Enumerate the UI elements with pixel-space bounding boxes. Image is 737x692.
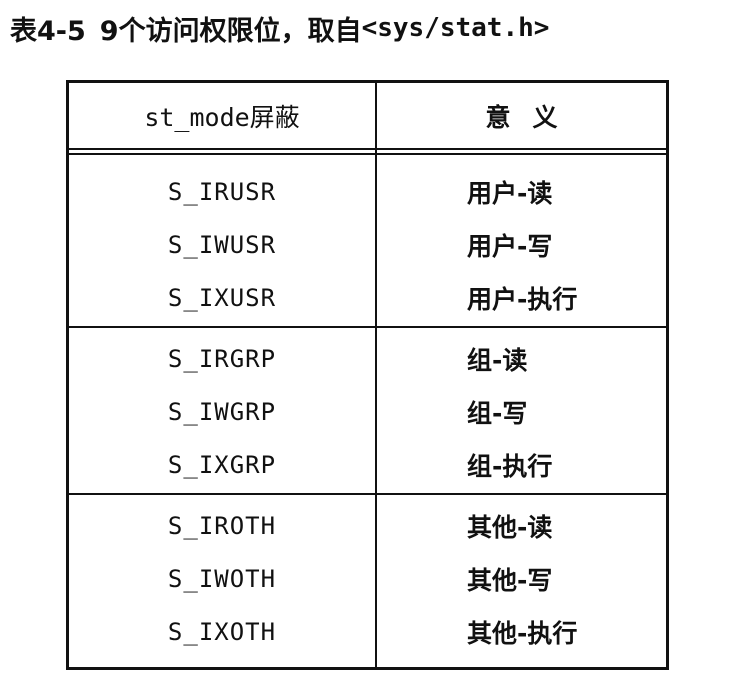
- meaning-cell: 用户-写: [467, 232, 553, 261]
- table-row: S_IRGRP 组-读: [69, 333, 666, 385]
- table-row: S_IXUSR 用户-执行: [69, 272, 666, 324]
- header-rule-top: [69, 148, 666, 150]
- table-row: S_IXGRP 组-执行: [69, 439, 666, 491]
- meaning-cell: 组-写: [467, 399, 528, 428]
- header-rule-bottom: [69, 153, 666, 155]
- mask-cell: S_IXGRP: [167, 451, 277, 479]
- meaning-cell: 组-执行: [467, 452, 553, 481]
- meaning-cell: 用户-读: [467, 179, 553, 208]
- table-row: S_IWOTH 其他-写: [69, 553, 666, 605]
- meaning-cell: 用户-执行: [467, 285, 578, 314]
- mask-cell: S_IXUSR: [167, 284, 277, 312]
- table-number: 表4-5: [10, 15, 86, 47]
- mask-cell: S_IWUSR: [167, 231, 277, 259]
- meaning-cell: 组-读: [467, 346, 528, 375]
- column-header-mask: st_mode屏蔽: [144, 102, 300, 132]
- table-row: S_IRUSR 用户-读: [69, 166, 666, 218]
- group-divider-group: [69, 493, 666, 495]
- table-row: S_IWGRP 组-写: [69, 386, 666, 438]
- column-header-meaning: 意义: [485, 102, 580, 132]
- meaning-cell: 其他-执行: [467, 619, 578, 648]
- permission-bits-table: st_mode屏蔽 意义 S_IRUSR 用户-读 S_IWUSR 用户-写 S…: [66, 80, 669, 670]
- table-row: S_IROTH 其他-读: [69, 500, 666, 552]
- table-row: S_IWUSR 用户-写: [69, 219, 666, 271]
- table-caption: 表4-5 9个访问权限位，取自 <sys/stat.h>: [10, 6, 549, 50]
- mask-cell: S_IROTH: [167, 512, 277, 540]
- mask-cell: S_IWOTH: [167, 565, 277, 593]
- meaning-cell: 其他-读: [467, 513, 553, 542]
- caption-header-file: <sys/stat.h>: [361, 13, 550, 43]
- caption-text: 9个访问权限位，取自: [99, 15, 362, 47]
- mask-cell: S_IRUSR: [167, 178, 277, 206]
- mask-cell: S_IXOTH: [167, 618, 277, 646]
- group-divider-user: [69, 326, 666, 328]
- mask-cell: S_IWGRP: [167, 398, 277, 426]
- table-row: S_IXOTH 其他-执行: [69, 606, 666, 658]
- meaning-cell: 其他-写: [467, 566, 553, 595]
- mask-cell: S_IRGRP: [167, 345, 277, 373]
